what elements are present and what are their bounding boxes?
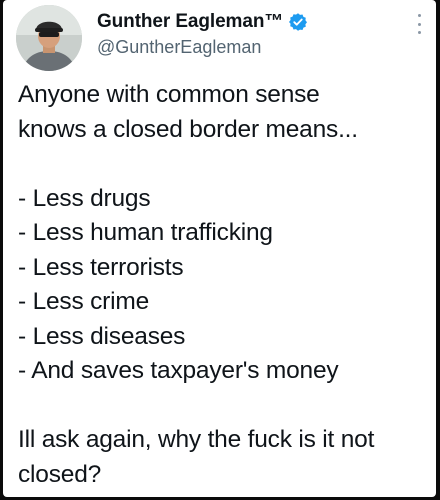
avatar[interactable]: [16, 5, 82, 71]
author-handle[interactable]: @GuntherEagleman: [97, 37, 261, 58]
avatar-image: [16, 5, 82, 71]
tweet-line: Anyone with common sense: [18, 81, 320, 108]
tweet-line: - Less crime: [18, 288, 150, 315]
tweet-line: [18, 389, 428, 424]
tweet-line: closed?: [18, 460, 102, 488]
tweet-line: - Less terrorists: [18, 253, 184, 281]
tweet-text: Anyone with common sense knows a closed …: [18, 78, 428, 492]
tweet-line: - Less diseases: [18, 322, 186, 350]
tweet-line: [18, 147, 428, 182]
author-display-name[interactable]: Gunther Eagleman™: [97, 11, 283, 33]
tweet-line: - And saves taxpayer's money: [18, 357, 339, 384]
tweet-line: Ill ask again, why the fuck is it not: [18, 426, 375, 453]
more-vertical-icon[interactable]: [416, 14, 422, 34]
tweet-line: - Less human trafficking: [18, 219, 273, 246]
tweet-card: Gunther Eagleman™ @GuntherEagleman Anyon…: [3, 0, 436, 497]
author-name-row[interactable]: Gunther Eagleman™: [97, 11, 308, 33]
verified-badge-icon: [288, 12, 308, 32]
tweet-line: knows a closed border means...: [18, 115, 358, 143]
tweet-line: - Less drugs: [18, 184, 151, 212]
